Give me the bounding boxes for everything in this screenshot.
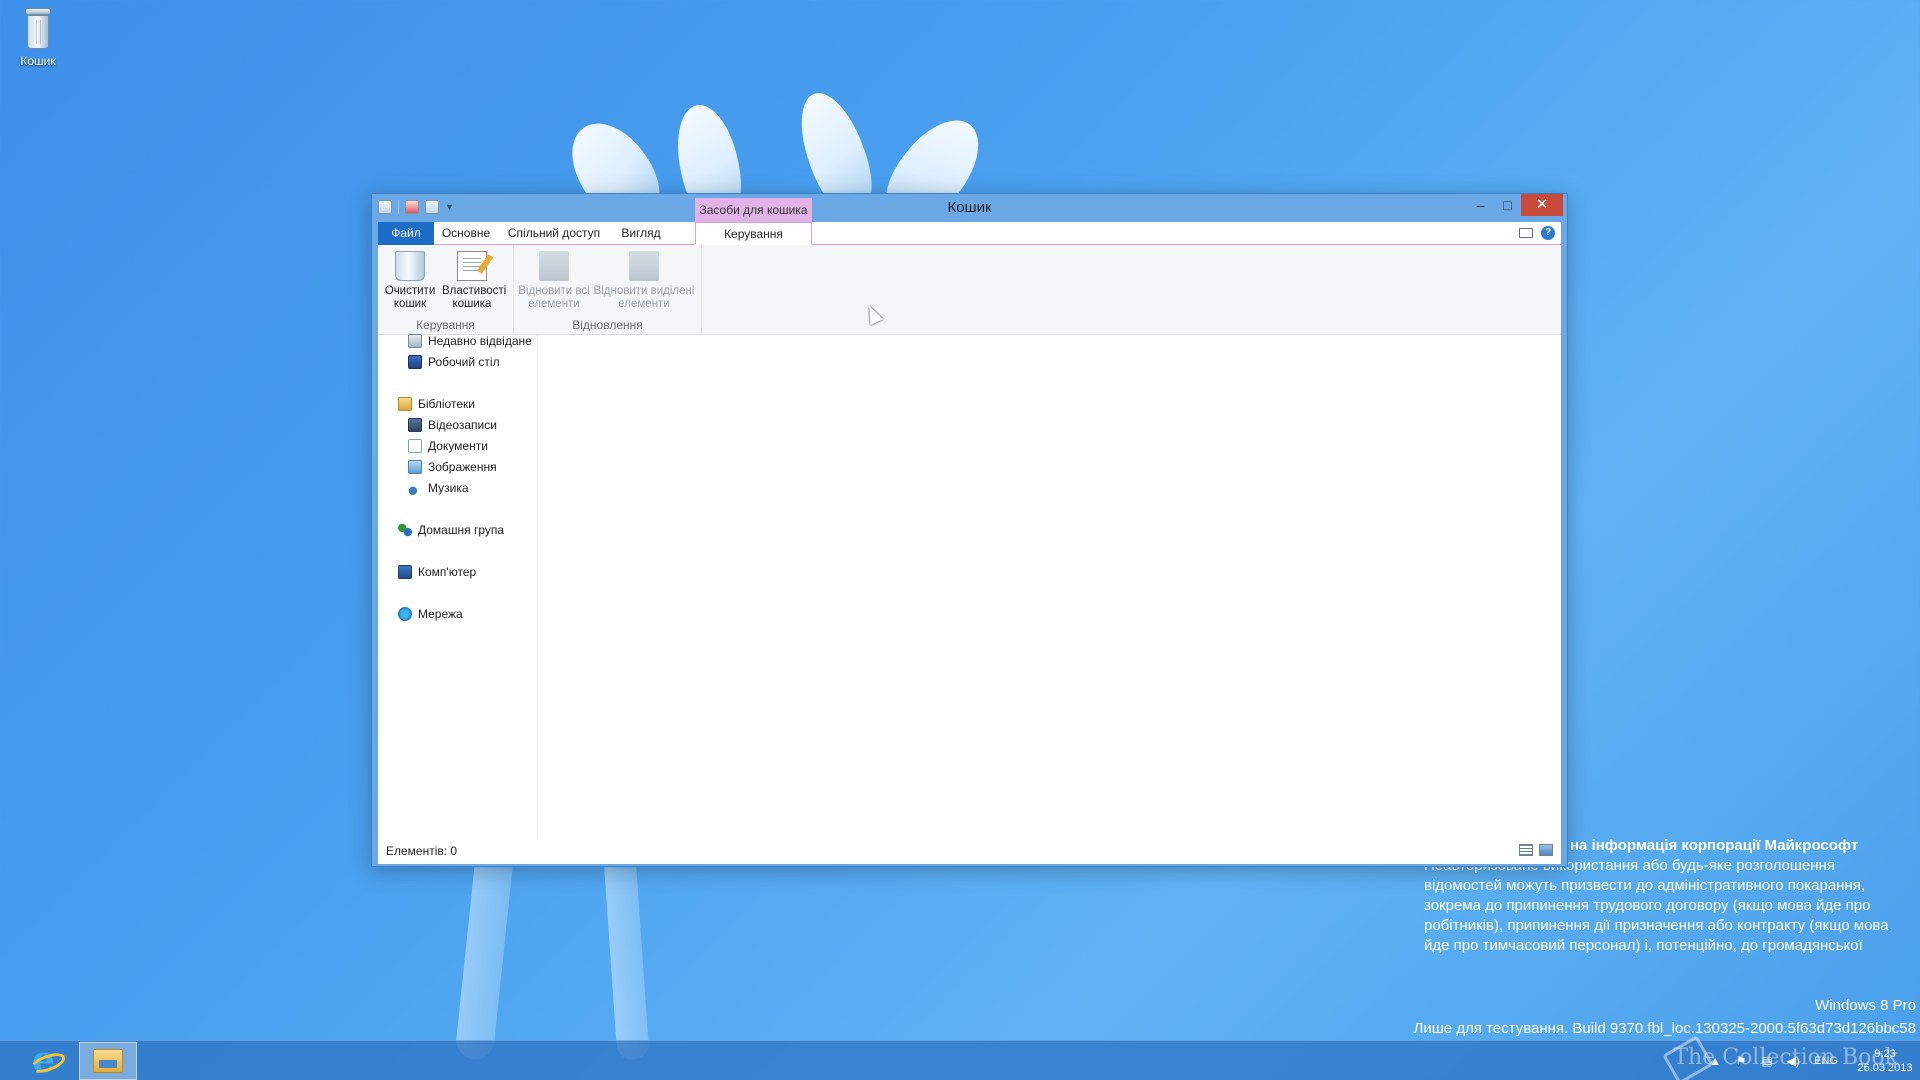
desktop-recycle-bin-label: Кошик bbox=[20, 54, 56, 68]
restore-all-icon bbox=[539, 251, 569, 281]
taskbar-file-explorer[interactable] bbox=[79, 1042, 137, 1080]
clock-date: 26.03.2013 bbox=[1857, 1062, 1913, 1074]
restore-selected-icon bbox=[629, 251, 659, 281]
navigation-pane[interactable]: Недавно відвідане Робочий стіл Бібліотек… bbox=[378, 334, 538, 838]
watermark-body: Неавторизоване використання або будь-яке… bbox=[1424, 857, 1889, 954]
system-tray: ▲ ⚑ ▤ ◀) ENG 9:23 26.03.2013 bbox=[1702, 1041, 1920, 1080]
volume-icon[interactable]: ◀) bbox=[1786, 1054, 1800, 1068]
title-bar[interactable]: ▼ Засоби для кошика Кошик – □ ✕ bbox=[372, 194, 1567, 222]
recent-places-icon bbox=[408, 334, 422, 348]
ribbon-group-restore: Відновити всі елементи Відновити виділен… bbox=[514, 245, 702, 335]
desktop-recycle-bin[interactable]: Кошик bbox=[12, 8, 64, 68]
empty-bin-button[interactable]: Очистити кошик bbox=[380, 251, 440, 311]
build-info: Лише для тестування. Build 9370.fbl_loc.… bbox=[1413, 1020, 1916, 1037]
show-hidden-icons-chevron-icon[interactable]: ▲ bbox=[1708, 1054, 1722, 1068]
empty-bin-icon bbox=[395, 251, 425, 281]
nav-item-documents[interactable]: Документи bbox=[408, 436, 488, 456]
nav-item-network[interactable]: Мережа bbox=[398, 604, 463, 624]
ribbon-group-restore-label: Відновлення bbox=[572, 318, 643, 332]
ribbon-group-manage: Очистити кошик Властивості кошика Керува… bbox=[378, 245, 514, 335]
nav-item-homegroup[interactable]: Домашня група bbox=[398, 520, 504, 540]
documents-icon bbox=[408, 439, 422, 453]
action-center-flag-icon[interactable]: ⚑ bbox=[1734, 1054, 1748, 1068]
homegroup-icon bbox=[398, 523, 412, 537]
pictures-icon bbox=[408, 460, 422, 474]
restore-selected-button[interactable]: Відновити виділені елементи bbox=[592, 251, 696, 311]
restore-all-button[interactable]: Відновити всі елементи bbox=[518, 251, 590, 311]
nav-item-pictures[interactable]: Зображення bbox=[408, 457, 497, 477]
libraries-icon bbox=[398, 397, 412, 411]
taskbar: The Collection Book ▲ ⚑ ▤ ◀) ENG 9:23 26… bbox=[0, 1035, 1920, 1080]
nav-item-recent[interactable]: Недавно відвідане bbox=[408, 331, 532, 351]
network-icon bbox=[398, 607, 412, 621]
tab-home[interactable]: Основне bbox=[434, 222, 498, 245]
tab-view[interactable]: Вигляд bbox=[610, 222, 672, 245]
ribbon: Очистити кошик Властивості кошика Керува… bbox=[378, 245, 1561, 335]
tab-share[interactable]: Спільний доступ bbox=[500, 222, 608, 245]
details-view-icon[interactable] bbox=[1519, 844, 1533, 856]
bin-properties-button[interactable]: Властивості кошика bbox=[442, 251, 506, 311]
wallpaper-stem bbox=[602, 839, 650, 1061]
minimize-button[interactable]: – bbox=[1467, 194, 1494, 216]
internet-explorer-icon bbox=[30, 1039, 60, 1080]
nav-item-desktop[interactable]: Робочий стіл bbox=[408, 352, 500, 372]
network-tray-icon[interactable]: ▤ bbox=[1760, 1054, 1774, 1068]
input-language[interactable]: ENG bbox=[1814, 1055, 1838, 1067]
help-icon[interactable]: ? bbox=[1541, 226, 1555, 240]
tab-manage[interactable]: Керування bbox=[695, 222, 812, 245]
nav-item-computer[interactable]: Комп'ютер bbox=[398, 562, 476, 582]
explorer-window[interactable]: ▼ Засоби для кошика Кошик – □ ✕ Файл Осн… bbox=[371, 193, 1568, 867]
file-explorer-icon bbox=[93, 1049, 123, 1073]
clock-time: 9:23 bbox=[1874, 1048, 1896, 1060]
tab-file[interactable]: Файл bbox=[378, 222, 434, 245]
music-icon bbox=[408, 481, 422, 495]
item-count: Елементів: 0 bbox=[386, 844, 458, 858]
desktop-icon bbox=[408, 355, 422, 369]
nav-item-music[interactable]: Музика bbox=[408, 478, 469, 498]
clock[interactable]: 9:23 26.03.2013 bbox=[1852, 1047, 1918, 1075]
status-bar: Елементів: 0 bbox=[378, 838, 1561, 864]
ribbon-group-manage-label: Керування bbox=[416, 318, 475, 332]
explorer-content: Недавно відвідане Робочий стіл Бібліотек… bbox=[378, 334, 1561, 838]
videos-icon bbox=[408, 418, 422, 432]
taskbar-internet-explorer[interactable] bbox=[16, 1039, 74, 1080]
maximize-button[interactable]: □ bbox=[1494, 194, 1521, 216]
close-button[interactable]: ✕ bbox=[1521, 194, 1563, 216]
large-icons-view-icon[interactable] bbox=[1539, 844, 1553, 856]
computer-icon bbox=[398, 565, 412, 579]
nav-item-videos[interactable]: Відеозаписи bbox=[408, 415, 497, 435]
ribbon-tabs: Файл Основне Спільний доступ Вигляд Керу… bbox=[378, 222, 1561, 245]
properties-icon bbox=[457, 251, 487, 281]
window-title: Кошик bbox=[947, 199, 992, 216]
nav-item-libraries[interactable]: Бібліотеки bbox=[398, 394, 475, 414]
recycle-bin-icon bbox=[22, 8, 54, 50]
windows-edition: Windows 8 Pro bbox=[1815, 997, 1916, 1014]
pin-ribbon-icon[interactable] bbox=[1519, 228, 1533, 238]
